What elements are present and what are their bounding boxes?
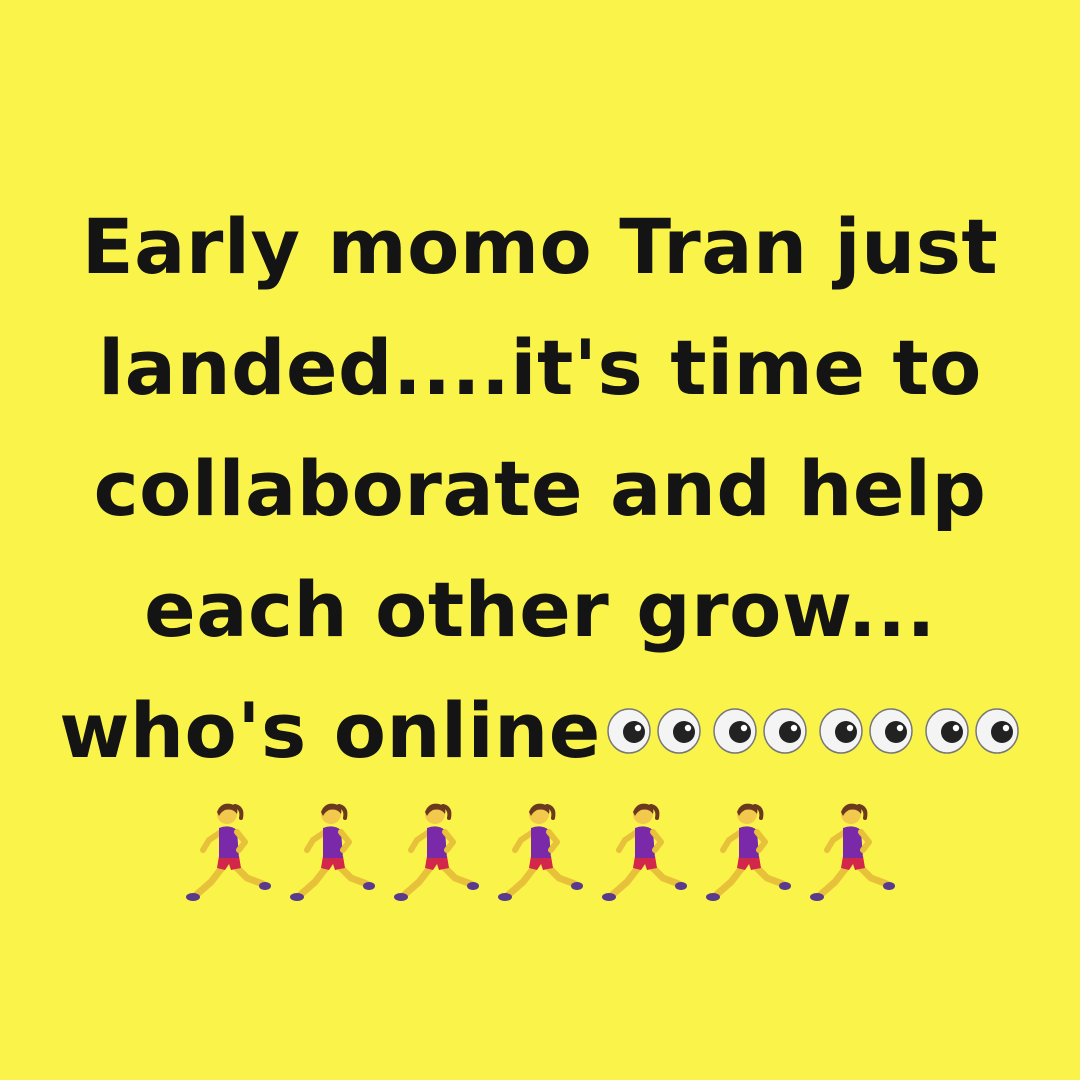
woman-running-icon [597, 798, 691, 908]
message-line-1: Early momo Tran just [81, 202, 999, 291]
message-line-3: collaborate and help [93, 444, 987, 533]
post-canvas: Early momo Tran just landed....it's time… [0, 0, 1080, 1080]
eyes-icon [817, 707, 915, 755]
woman-running-icon [285, 798, 379, 908]
eyes-icon [923, 707, 1021, 755]
woman-running-icon [389, 798, 483, 908]
message-line-5: who's online [0, 670, 1080, 791]
woman-running-icon [701, 798, 795, 908]
message-line-2: landed....it's time to [98, 323, 982, 412]
runner-emoji-row [0, 798, 1080, 908]
eyes-icon [711, 707, 809, 755]
eyes-emoji-row [605, 707, 1021, 755]
message-line-5-text: who's online [59, 686, 601, 775]
woman-running-icon [805, 798, 899, 908]
post-message: Early momo Tran just landed....it's time… [0, 186, 1080, 791]
eyes-icon [605, 707, 703, 755]
message-line-4: each other grow... [144, 565, 936, 654]
woman-running-icon [181, 798, 275, 908]
woman-running-icon [493, 798, 587, 908]
